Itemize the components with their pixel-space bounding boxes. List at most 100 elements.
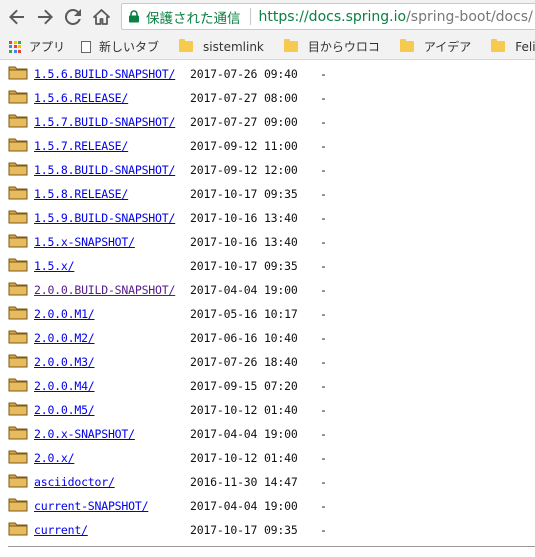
file-size: - bbox=[320, 211, 327, 225]
directory-row: 2.0.0.M2/2017-06-16 10:40 - bbox=[0, 327, 535, 351]
directory-link[interactable]: 1.5.6.RELEASE/ bbox=[34, 91, 128, 105]
file-size: - bbox=[320, 499, 327, 513]
directory-link[interactable]: 1.5.x-SNAPSHOT/ bbox=[34, 235, 135, 249]
directory-link[interactable]: 2.0.x-SNAPSHOT/ bbox=[34, 427, 135, 441]
file-size: - bbox=[320, 427, 327, 441]
directory-link[interactable]: 1.5.8.BUILD-SNAPSHOT/ bbox=[34, 163, 175, 177]
folder-icon bbox=[8, 402, 28, 416]
directory-row: 1.5.x-SNAPSHOT/2017-10-16 13:40 - bbox=[0, 231, 535, 255]
folder-icon bbox=[8, 210, 28, 224]
bookmark-new-tab[interactable]: 新しいタブ bbox=[81, 38, 159, 55]
directory-link[interactable]: 1.5.6.BUILD-SNAPSHOT/ bbox=[34, 67, 175, 81]
forward-arrow-icon bbox=[38, 9, 53, 25]
folder-icon bbox=[399, 39, 414, 52]
folder-icon bbox=[283, 39, 298, 52]
page-icon bbox=[81, 40, 92, 53]
directory-row: asciidoctor/2016-11-30 14:47 - bbox=[0, 471, 535, 495]
file-size: - bbox=[320, 355, 327, 369]
folder-icon bbox=[8, 138, 28, 152]
directory-link[interactable]: 1.5.x/ bbox=[34, 259, 75, 273]
file-size: - bbox=[320, 523, 327, 537]
bookmark-folder-idea[interactable]: アイデア bbox=[399, 38, 472, 55]
file-size: - bbox=[320, 451, 327, 465]
lock-icon bbox=[128, 10, 140, 23]
file-size: - bbox=[320, 115, 327, 129]
bookmark-label: sistemlink bbox=[203, 39, 264, 54]
folder-icon bbox=[8, 330, 28, 344]
directory-link[interactable]: 2.0.0.M5/ bbox=[34, 403, 95, 417]
directory-link[interactable]: 1.5.8.RELEASE/ bbox=[34, 187, 128, 201]
folder-icon bbox=[491, 39, 506, 52]
modified-date: 2017-09-12 12:00 bbox=[190, 163, 298, 177]
directory-link[interactable]: 1.5.7.BUILD-SNAPSHOT/ bbox=[34, 115, 175, 129]
file-size: - bbox=[320, 139, 327, 153]
folder-icon bbox=[8, 378, 28, 392]
back-button[interactable] bbox=[6, 6, 28, 28]
modified-date: 2017-07-26 09:40 bbox=[190, 67, 298, 81]
reload-button[interactable] bbox=[62, 6, 84, 28]
directory-link[interactable]: 2.0.0.BUILD-SNAPSHOT/ bbox=[34, 283, 175, 297]
folder-icon bbox=[8, 114, 28, 128]
bookmark-folder-sistemlink[interactable]: sistemlink bbox=[179, 39, 264, 54]
modified-date: 2017-10-12 01:40 bbox=[190, 451, 298, 465]
directory-row: 1.5.6.BUILD-SNAPSHOT/2017-07-26 09:40 - bbox=[0, 63, 535, 87]
modified-date: 2017-04-04 19:00 bbox=[190, 283, 298, 297]
home-button[interactable] bbox=[90, 6, 112, 28]
directory-row: current/2017-10-17 09:35 - bbox=[0, 519, 535, 543]
folder-icon bbox=[8, 498, 28, 512]
directory-link[interactable]: 2.0.x/ bbox=[34, 451, 75, 465]
directory-link[interactable]: current/ bbox=[34, 523, 88, 537]
directory-row: 2.0.x-SNAPSHOT/2017-04-04 19:00 - bbox=[0, 423, 535, 447]
file-size: - bbox=[320, 403, 327, 417]
address-bar[interactable]: 保護された通信 https://docs.spring.io/spring-bo… bbox=[121, 3, 535, 30]
bookmark-label: アイデア bbox=[423, 40, 472, 54]
folder-icon bbox=[8, 234, 28, 248]
folder-icon bbox=[8, 258, 28, 272]
bookmark-label: 新しいタブ bbox=[99, 40, 160, 54]
file-size: - bbox=[320, 163, 327, 177]
bookmark-apps[interactable]: アプリ bbox=[9, 38, 65, 55]
bookmark-folder-felica[interactable]: FeliCa bbox=[491, 39, 535, 54]
bookmarks-bar: アプリ 新しいタブ sistemlink 目からウロコ アイデア FeliCa … bbox=[0, 34, 535, 60]
directory-row: 1.5.x/2017-10-17 09:35 - bbox=[0, 255, 535, 279]
file-size: - bbox=[320, 67, 327, 81]
folder-icon bbox=[8, 474, 28, 488]
back-arrow-icon bbox=[9, 9, 24, 25]
file-size: - bbox=[320, 235, 327, 249]
folder-icon bbox=[8, 186, 28, 200]
directory-link[interactable]: 2.0.0.M2/ bbox=[34, 331, 95, 345]
directory-row: current-SNAPSHOT/2017-04-04 19:00 - bbox=[0, 495, 535, 519]
directory-row: 1.5.7.RELEASE/2017-09-12 11:00 - bbox=[0, 135, 535, 159]
directory-link[interactable]: asciidoctor/ bbox=[34, 475, 115, 489]
directory-row: 1.5.6.RELEASE/2017-07-27 08:00 - bbox=[0, 87, 535, 111]
modified-date: 2017-10-16 13:40 bbox=[190, 235, 298, 249]
modified-date: 2017-10-16 13:40 bbox=[190, 211, 298, 225]
folder-icon bbox=[8, 354, 28, 368]
browser-toolbar: 保護された通信 https://docs.spring.io/spring-bo… bbox=[0, 0, 535, 34]
forward-button[interactable] bbox=[34, 6, 56, 28]
bookmark-folder-mekara-uroko[interactable]: 目からウロコ bbox=[283, 38, 380, 55]
directory-link[interactable]: 1.5.7.RELEASE/ bbox=[34, 139, 128, 153]
directory-row: 2.0.0.M5/2017-10-12 01:40 - bbox=[0, 399, 535, 423]
directory-link[interactable]: 2.0.0.M1/ bbox=[34, 307, 95, 321]
modified-date: 2017-07-27 08:00 bbox=[190, 91, 298, 105]
directory-link[interactable]: 2.0.0.M3/ bbox=[34, 355, 95, 369]
folder-icon bbox=[8, 90, 28, 104]
folder-icon bbox=[8, 162, 28, 176]
bookmark-apps-label: アプリ bbox=[29, 40, 66, 54]
directory-link[interactable]: 1.5.9.BUILD-SNAPSHOT/ bbox=[34, 211, 175, 225]
folder-icon bbox=[8, 450, 28, 464]
directory-link[interactable]: current-SNAPSHOT/ bbox=[34, 499, 149, 513]
modified-date: 2017-04-04 19:00 bbox=[190, 427, 298, 441]
modified-date: 2017-10-17 09:35 bbox=[190, 259, 298, 273]
secure-connection-label: 保護された通信 bbox=[146, 10, 241, 27]
modified-date: 2017-04-04 19:00 bbox=[190, 499, 298, 513]
folder-icon bbox=[8, 522, 28, 536]
file-size: - bbox=[320, 259, 327, 273]
directory-row: 2.0.0.M3/2017-07-26 18:40 - bbox=[0, 351, 535, 375]
directory-link[interactable]: 2.0.0.M4/ bbox=[34, 379, 95, 393]
bookmark-label: 目からウロコ bbox=[307, 40, 380, 54]
directory-row: 2.0.0.M1/2017-05-16 10:17 - bbox=[0, 303, 535, 327]
url-path: /spring-boot/docs/ bbox=[406, 8, 533, 25]
modified-date: 2017-10-12 01:40 bbox=[190, 403, 298, 417]
